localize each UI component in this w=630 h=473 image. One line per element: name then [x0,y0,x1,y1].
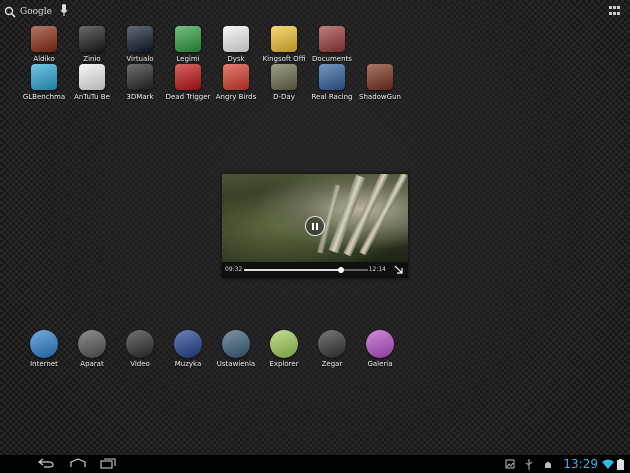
microphone-icon[interactable] [60,4,68,17]
kingsoft-office-icon [271,26,297,52]
app-kingsoft-offi[interactable]: Kingsoft Offi [260,26,308,63]
home-icon[interactable] [70,458,86,468]
duration: 12:14 [368,266,386,273]
app-galeria[interactable]: Galeria [356,330,404,368]
app-dysk[interactable]: Dysk [212,26,260,63]
app-glbenchma[interactable]: GLBenchma [20,64,68,101]
documents-icon [319,26,345,52]
app-label: Real Racing [311,93,353,101]
folder-explorer-icon [270,330,298,358]
3dmark-icon [127,64,153,90]
app-label: Dysk [227,55,245,63]
d-day-icon [271,64,297,90]
app-label: Aldiko [33,55,55,63]
app-documents[interactable]: Documents [308,26,356,63]
app-muzyka[interactable]: Muzyka [164,330,212,368]
legimi-icon [175,26,201,52]
current-time: 09:32 [225,266,243,273]
app-label: Explorer [269,360,299,368]
gallery-icon [366,330,394,358]
app-label: Kingsoft Offi [262,55,306,63]
system-navigation-bar: 13:29 [0,455,630,473]
app-label: Legimi [176,55,200,63]
shadowgun-icon [367,64,393,90]
google-search-bar[interactable]: Google [4,4,52,20]
app-row-1: Aldiko Zinio Virtualo Legimi Dysk Kingsoft Of… [20,26,356,63]
all-apps-button[interactable] [609,6,621,16]
dead-trigger-icon [175,64,201,90]
app-label: D-Day [273,93,295,101]
app-internet[interactable]: Internet [20,330,68,368]
app-label: Virtualo [126,55,154,63]
seek-thumb[interactable] [337,267,344,273]
clock-icon [318,330,346,358]
app-explorer[interactable]: Explorer [260,330,308,368]
status-area[interactable]: 13:29 [505,457,624,471]
google-search-label: Google [20,7,52,17]
app-label: Angry Birds [215,93,257,101]
seek-bar[interactable] [244,267,368,273]
app-3dmark[interactable]: 3DMark [116,64,164,101]
app-label: Documents [312,55,352,63]
aldiko-icon [31,26,57,52]
app-label: Zinio [83,55,101,63]
angry-birds-icon [223,64,249,90]
usb-icon [526,458,533,470]
playback-controls: 09:32 12:14 [222,262,408,278]
app-label: Muzyka [174,360,202,368]
app-label: Ustawienia [216,360,256,368]
virtualo-icon [127,26,153,52]
app-legimi[interactable]: Legimi [164,26,212,63]
app-zinio[interactable]: Zinio [68,26,116,63]
app-aparat[interactable]: Aparat [68,330,116,368]
app-label: ShadowGun [359,93,401,101]
android-debug-icon [545,462,552,468]
speaker-icon [174,330,202,358]
status-clock: 13:29 [563,457,598,471]
app-label: AnTuTu Be [74,93,110,101]
settings-sliders-icon [222,330,250,358]
app-antutu-be[interactable]: AnTuTu Be [68,64,116,101]
app-row-2: GLBenchma AnTuTu Be 3DMark Dead Trigger Angr… [20,64,404,101]
app-aldiko[interactable]: Aldiko [20,26,68,63]
zinio-icon [79,26,105,52]
app-label: Zegar [321,360,343,368]
battery-icon [617,458,624,470]
clapperboard-icon [126,330,154,358]
app-zegar[interactable]: Zegar [308,330,356,368]
app-angry-birds[interactable]: Angry Birds [212,64,260,101]
wifi-icon [602,459,614,469]
app-d-day[interactable]: D-Day [260,64,308,101]
antutu-icon [79,64,105,90]
glbenchmark-icon [31,64,57,90]
dock: Internet Aparat Video Muzyka Ustawienia Explo… [20,330,404,368]
real-racing-icon [319,64,345,90]
app-label: 3DMark [126,93,154,101]
app-virtualo[interactable]: Virtualo [116,26,164,63]
recent-apps-icon[interactable] [100,458,116,469]
screenshot-notification-icon [505,459,515,469]
app-label: Video [130,360,150,368]
app-label: Aparat [80,360,104,368]
app-video[interactable]: Video [116,330,164,368]
drive-icon [223,26,249,52]
app-real-racing[interactable]: Real Racing [308,64,356,101]
search-icon [4,6,16,18]
camera-icon [78,330,106,358]
app-label: Dead Trigger [165,93,211,101]
app-label: GLBenchma [22,93,66,101]
app-label: Internet [30,360,58,368]
globe-icon [30,330,58,358]
app-ustawienia[interactable]: Ustawienia [212,330,260,368]
app-dead-trigger[interactable]: Dead Trigger [164,64,212,101]
video-player-widget[interactable]: 09:32 12:14 [222,174,408,278]
app-label: Galeria [367,360,393,368]
expand-icon[interactable] [394,265,403,274]
app-shadowgun[interactable]: ShadowGun [356,64,404,101]
back-icon[interactable] [38,458,54,468]
pause-button[interactable] [305,216,325,236]
